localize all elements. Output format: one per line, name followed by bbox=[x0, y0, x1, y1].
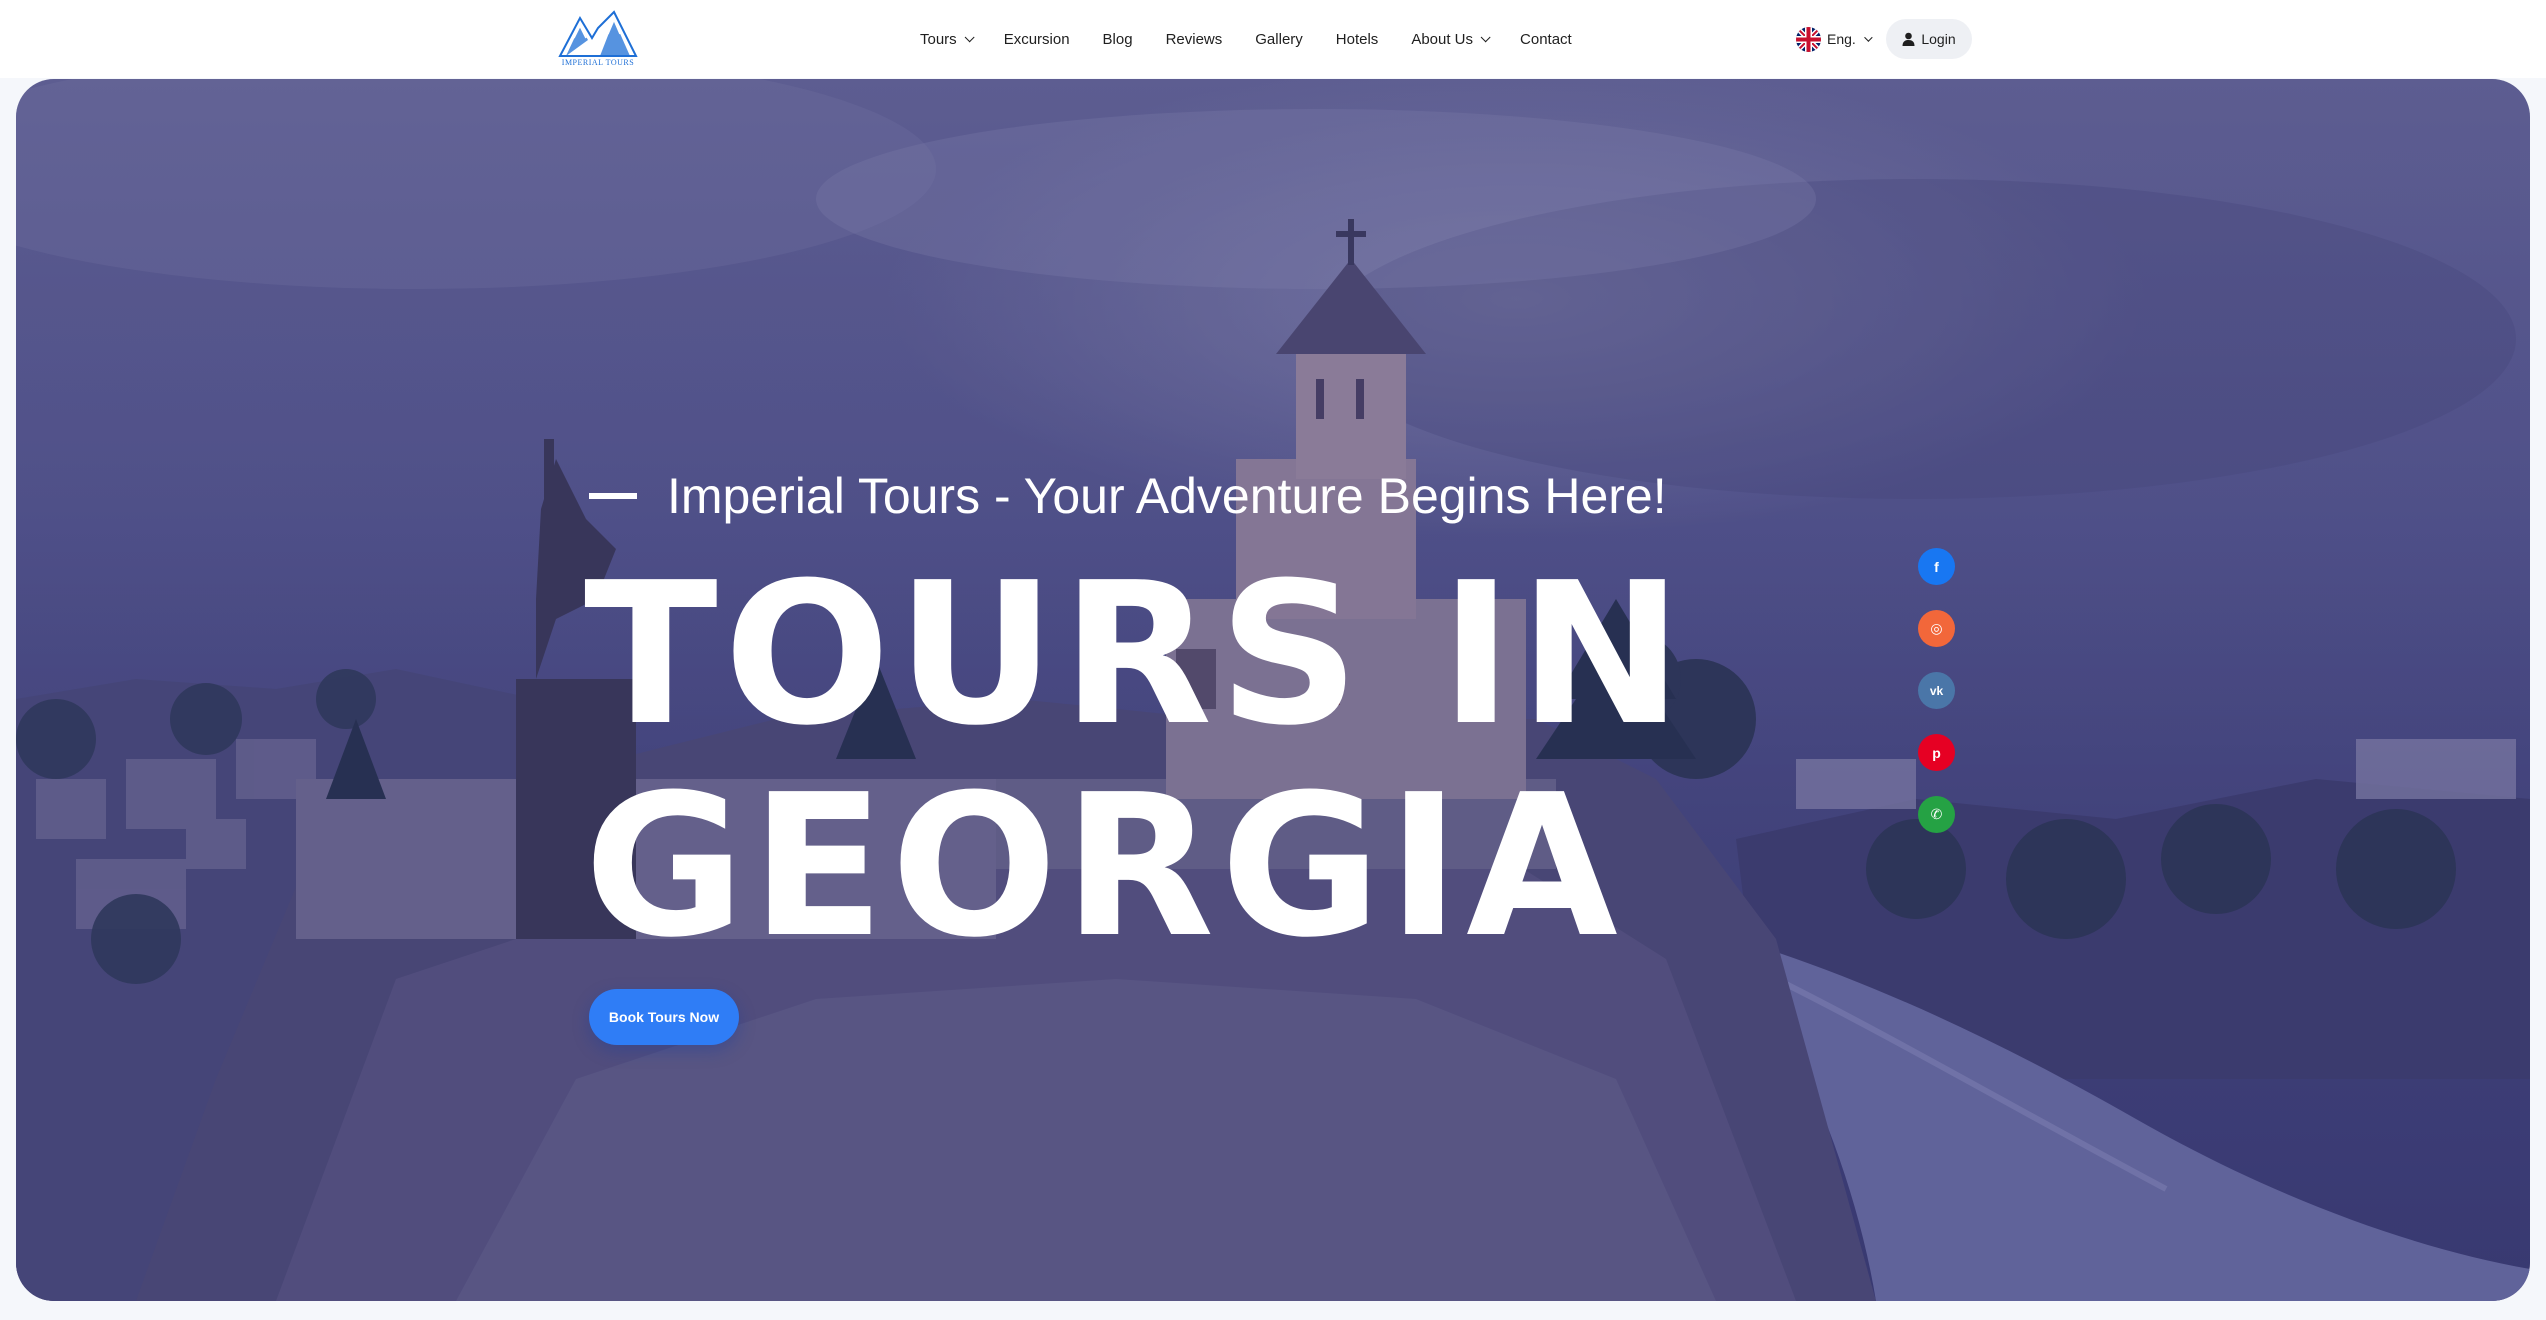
pinterest-glyph: p bbox=[1932, 744, 1941, 761]
headline-line-2: GEORGIA bbox=[584, 753, 1624, 981]
logo-caption: IMPERIAL TOURS bbox=[561, 58, 635, 67]
nav-item-gallery[interactable]: Gallery bbox=[1255, 31, 1303, 48]
user-icon bbox=[1902, 32, 1915, 46]
nav-item-contact[interactable]: Contact bbox=[1520, 31, 1572, 48]
vk-icon[interactable]: vk bbox=[1918, 672, 1955, 709]
facebook-icon[interactable]: f bbox=[1918, 548, 1955, 585]
chevron-down-icon bbox=[1863, 33, 1873, 42]
site-header: IMPERIAL TOURS Tours Excursion Blog Revi… bbox=[0, 0, 2546, 78]
facebook-glyph: f bbox=[1934, 558, 1939, 575]
main-nav: Tours Excursion Blog Reviews Gallery Hot… bbox=[920, 0, 1572, 78]
hero-tagline: Imperial Tours - Your Adventure Begins H… bbox=[589, 467, 1667, 525]
nav-item-tours[interactable]: Tours bbox=[920, 30, 975, 48]
nav-label: Tours bbox=[920, 30, 957, 48]
nav-item-about-us[interactable]: About Us bbox=[1411, 30, 1491, 48]
login-label: Login bbox=[1921, 31, 1956, 47]
nav-label: Gallery bbox=[1255, 30, 1303, 48]
uk-flag-icon bbox=[1796, 26, 1821, 52]
nav-item-excursion[interactable]: Excursion bbox=[1004, 31, 1070, 48]
tagline-dash bbox=[589, 493, 637, 499]
whatsapp-icon[interactable]: ✆ bbox=[1918, 796, 1955, 833]
chevron-down-icon bbox=[1480, 31, 1491, 42]
nav-label: Contact bbox=[1520, 30, 1572, 48]
language-selector[interactable]: Eng. bbox=[1796, 26, 1873, 52]
nav-label: Hotels bbox=[1335, 30, 1379, 48]
nav-item-hotels[interactable]: Hotels bbox=[1336, 31, 1379, 48]
whatsapp-glyph: ✆ bbox=[1930, 806, 1943, 822]
mountains-logo-icon bbox=[558, 10, 638, 57]
social-links: f ◎ vk p ✆ bbox=[1918, 548, 1955, 833]
pinterest-icon[interactable]: p bbox=[1918, 734, 1955, 771]
hero-headline: TOURS IN GEORGIA bbox=[584, 549, 1689, 973]
nav-label: Excursion bbox=[1003, 30, 1070, 48]
vk-glyph: vk bbox=[1929, 683, 1944, 698]
instagram-icon[interactable]: ◎ bbox=[1918, 610, 1955, 647]
nav-item-blog[interactable]: Blog bbox=[1103, 31, 1133, 48]
chevron-down-icon bbox=[964, 31, 975, 42]
nav-label: About Us bbox=[1411, 30, 1474, 48]
nav-label: Blog bbox=[1102, 30, 1133, 48]
tagline-text: Imperial Tours - Your Adventure Begins H… bbox=[667, 468, 1667, 524]
site-logo[interactable]: IMPERIAL TOURS bbox=[556, 8, 640, 70]
login-button[interactable]: Login bbox=[1886, 19, 1972, 59]
nav-label: Reviews bbox=[1165, 30, 1223, 48]
instagram-glyph: ◎ bbox=[1930, 620, 1943, 636]
language-label: Eng. bbox=[1827, 31, 1856, 47]
book-tours-button[interactable]: Book Tours Now bbox=[589, 989, 739, 1045]
hero-section: Imperial Tours - Your Adventure Begins H… bbox=[16, 79, 2530, 1301]
nav-item-reviews[interactable]: Reviews bbox=[1166, 31, 1223, 48]
headline-line-1: TOURS IN bbox=[584, 541, 1689, 769]
